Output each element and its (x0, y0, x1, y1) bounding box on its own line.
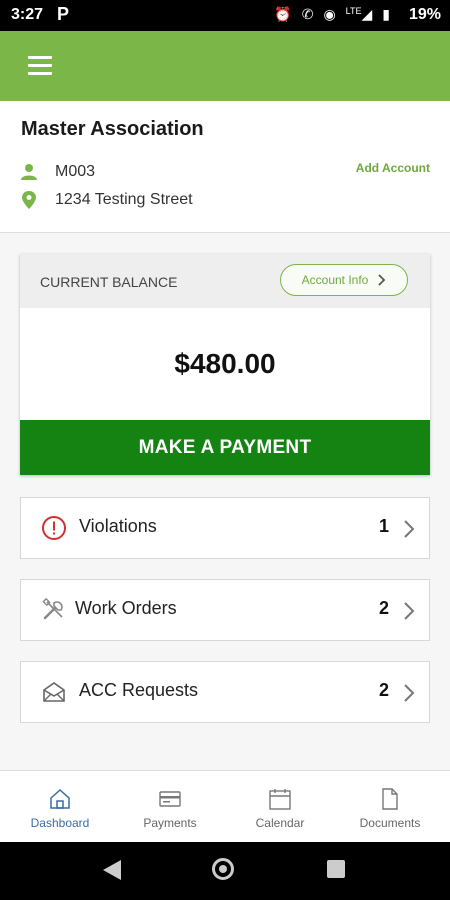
address-row: 1234 Testing Street (21, 191, 193, 209)
envelope-open-icon (43, 682, 65, 702)
nav-documents[interactable]: Documents (334, 771, 446, 843)
location-pin-icon (22, 191, 36, 209)
account-id: M003 (55, 163, 96, 180)
back-icon[interactable] (103, 860, 121, 880)
balance-amount: $480.00 (174, 348, 276, 379)
alarm-icon: ⏰ (274, 6, 292, 22)
parking-icon: P (57, 4, 70, 24)
alert-circle-icon (42, 516, 66, 540)
acc-requests-count: 2 (378, 680, 389, 700)
account-id-row: M003 (21, 163, 95, 181)
add-account-link[interactable]: Add Account (356, 161, 430, 175)
chevron-right-icon (404, 602, 415, 620)
home-circle-icon[interactable] (212, 858, 234, 880)
chevron-right-icon (378, 274, 386, 286)
nav-documents-label: Documents (359, 816, 421, 830)
association-name: Master Association (21, 118, 204, 140)
nav-calendar[interactable]: Calendar (224, 771, 336, 843)
lte-signal-icon: LTE◢ (345, 6, 373, 22)
status-icons: ⏰ ✆ ◉ LTE◢ ▮ (274, 6, 390, 23)
chevron-right-icon (404, 520, 415, 538)
volte-icon: ✆ (301, 6, 314, 22)
account-info-label: Account Info (301, 273, 369, 287)
nav-calendar-label: Calendar (255, 816, 305, 830)
violations-label: Violations (79, 516, 157, 536)
acc-requests-row[interactable]: ACC Requests 2 (20, 661, 430, 723)
app-header (0, 31, 450, 101)
document-icon (382, 788, 398, 810)
violations-count: 1 (378, 516, 389, 536)
address: 1234 Testing Street (55, 191, 193, 208)
battery-percent: 19% (408, 6, 441, 23)
work-orders-label: Work Orders (75, 598, 177, 618)
battery-icon: ▮ (382, 6, 390, 22)
balance-card-header: CURRENT BALANCE Account Info (20, 254, 430, 308)
association-panel: Master Association Add Account M003 1234… (0, 101, 450, 233)
status-bar: 3:27 P ⏰ ✆ ◉ LTE◢ ▮ 19% (0, 0, 450, 31)
nav-dashboard[interactable]: Dashboard (4, 771, 116, 843)
account-info-button[interactable]: Account Info (280, 264, 408, 296)
calendar-icon (269, 789, 291, 810)
chevron-right-icon (404, 684, 415, 702)
make-payment-button[interactable]: MAKE A PAYMENT (20, 420, 430, 475)
home-icon (50, 788, 70, 809)
nav-dashboard-label: Dashboard (30, 816, 90, 830)
bottom-nav: Dashboard Payments Calendar Documents (0, 770, 450, 843)
tools-icon (42, 597, 63, 620)
nav-payments-label: Payments (143, 816, 197, 830)
work-orders-count: 2 (378, 598, 389, 618)
hotspot-icon: ◉ (323, 6, 336, 22)
credit-card-icon (159, 791, 181, 807)
nav-payments[interactable]: Payments (114, 771, 226, 843)
current-balance-label: CURRENT BALANCE (40, 274, 178, 290)
person-icon (21, 164, 37, 180)
recents-icon[interactable] (327, 860, 345, 878)
lte-label: LTE (345, 6, 362, 16)
balance-card: CURRENT BALANCE Account Info $480.00 MAK… (20, 254, 430, 475)
violations-row[interactable]: Violations 1 (20, 497, 430, 559)
system-nav-bar (0, 842, 450, 900)
hamburger-icon[interactable] (28, 56, 52, 75)
status-time: 3:27 (11, 6, 44, 23)
work-orders-row[interactable]: Work Orders 2 (20, 579, 430, 641)
acc-requests-label: ACC Requests (79, 680, 199, 700)
